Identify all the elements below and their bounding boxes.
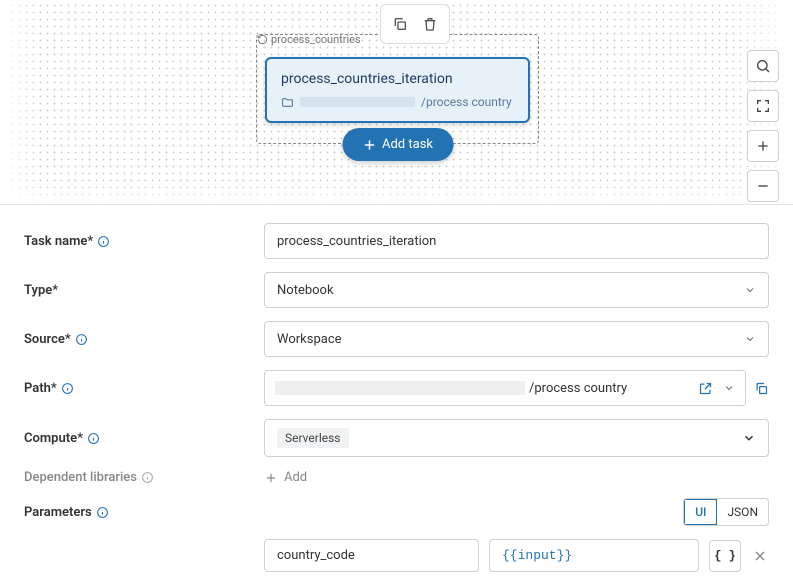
parameters-mode-ui[interactable]: UI xyxy=(683,498,718,526)
chevron-down-icon xyxy=(723,382,735,394)
compute-select[interactable]: Serverless xyxy=(264,419,769,457)
workflow-name: process_countries xyxy=(271,33,361,46)
parameters-mode-toggle: UI JSON xyxy=(683,498,769,526)
task-name-input[interactable]: process_countries_iteration xyxy=(264,223,769,259)
workflow-container: process_countries process_countries_iter… xyxy=(256,34,539,144)
chevron-down-icon xyxy=(744,333,756,345)
duplicate-button[interactable] xyxy=(387,11,413,37)
expand-icon xyxy=(755,98,771,114)
add-library-button[interactable]: Add xyxy=(264,470,307,485)
info-icon[interactable] xyxy=(96,506,109,519)
parameter-row: country_code {{input}} { } xyxy=(264,539,769,572)
minus-icon xyxy=(755,178,771,194)
dependent-libraries-label: Dependent libraries xyxy=(24,470,264,485)
fullscreen-button[interactable] xyxy=(747,90,779,122)
add-task-button[interactable]: Add task xyxy=(342,128,453,161)
task-card[interactable]: process_countries_iteration /process cou… xyxy=(265,57,530,123)
view-controls xyxy=(747,50,779,202)
chevron-down-icon xyxy=(744,284,756,296)
delete-button[interactable] xyxy=(417,11,443,37)
close-icon xyxy=(752,548,768,564)
folder-icon xyxy=(281,96,294,109)
external-link-icon[interactable] xyxy=(698,381,713,396)
task-form: Task name* process_countries_iteration T… xyxy=(0,205,793,582)
task-card-path-text: /process country xyxy=(421,95,512,109)
task-card-title: process_countries_iteration xyxy=(281,71,514,87)
info-icon[interactable] xyxy=(87,432,100,445)
plus-icon xyxy=(362,138,376,152)
parameter-key-input[interactable]: country_code xyxy=(264,539,479,572)
delete-parameter-button[interactable] xyxy=(751,548,769,564)
source-label: Source* xyxy=(24,332,264,347)
chevron-down-icon xyxy=(742,431,756,445)
task-name-label: Task name* xyxy=(24,234,264,249)
insert-template-button[interactable]: { } xyxy=(709,540,741,572)
card-toolbar xyxy=(380,4,450,44)
compute-chip: Serverless xyxy=(277,428,349,448)
type-label: Type* xyxy=(24,283,264,298)
parameter-value-input[interactable]: {{input}} xyxy=(489,539,699,572)
copy-path-button[interactable] xyxy=(754,381,769,396)
task-card-path: /process country xyxy=(281,95,514,109)
workflow-canvas[interactable]: process_countries process_countries_iter… xyxy=(0,0,793,205)
zoom-in-button[interactable] xyxy=(747,130,779,162)
workflow-label: process_countries xyxy=(257,33,361,46)
info-icon[interactable] xyxy=(141,471,154,484)
type-select[interactable]: Notebook xyxy=(264,272,769,308)
zoom-out-button[interactable] xyxy=(747,170,779,202)
search-button[interactable] xyxy=(747,50,779,82)
search-icon xyxy=(755,58,771,74)
plus-icon xyxy=(755,138,771,154)
parameters-mode-json[interactable]: JSON xyxy=(717,499,768,525)
add-task-label: Add task xyxy=(382,137,433,152)
info-icon[interactable] xyxy=(75,333,88,346)
plus-icon xyxy=(264,471,278,485)
info-icon[interactable] xyxy=(61,382,74,395)
source-select[interactable]: Workspace xyxy=(264,321,769,357)
compute-label: Compute* xyxy=(24,431,264,446)
path-select[interactable]: /process country xyxy=(264,370,746,406)
info-icon[interactable] xyxy=(97,235,110,248)
path-text: /process country xyxy=(529,381,627,396)
path-label: Path* xyxy=(24,381,264,396)
parameters-label: Parameters xyxy=(24,505,264,520)
loop-icon xyxy=(257,34,268,45)
